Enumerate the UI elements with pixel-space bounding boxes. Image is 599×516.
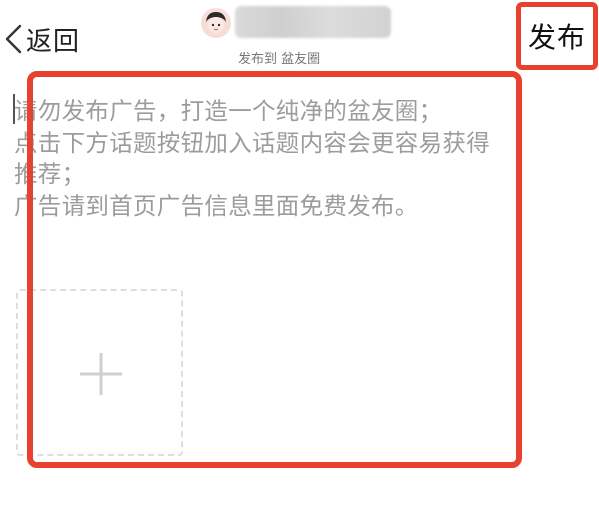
placeholder-line: 广告请到首页广告信息里面免费发布。 xyxy=(14,191,419,220)
placeholder-line: 请勿发布广告，打造一个纯净的盆友圈； xyxy=(14,97,443,125)
avatar xyxy=(201,8,231,38)
chevron-left-icon xyxy=(5,24,22,54)
back-button[interactable]: 返回 xyxy=(0,14,80,64)
post-editor-screen: 返回 发布到 盆友圈 发布 请勿发布广告，打造一个纯净的盆友圈； 点击下方话题按… xyxy=(0,0,599,516)
post-text-input[interactable]: 请勿发布广告，打造一个纯净的盆友圈； 点击下方话题按钮加入话题内容会更容易获得 … xyxy=(14,96,584,222)
placeholder-line: 点击下方话题按钮加入话题内容会更容易获得 xyxy=(14,128,490,157)
plus-icon xyxy=(80,353,122,395)
publish-button-highlight: 发布 xyxy=(516,2,598,70)
publish-button[interactable]: 发布 xyxy=(528,16,586,56)
add-image-button[interactable] xyxy=(16,289,183,456)
placeholder-line: 推荐； xyxy=(14,160,86,188)
post-editor: 请勿发布广告，打造一个纯净的盆友圈； 点击下方话题按钮加入话题内容会更容易获得 … xyxy=(0,70,599,516)
user-info: 发布到 盆友圈 xyxy=(200,4,400,67)
back-label: 返回 xyxy=(26,26,81,57)
username-blurred xyxy=(235,6,391,38)
publish-destination: 发布到 盆友圈 xyxy=(238,52,321,67)
